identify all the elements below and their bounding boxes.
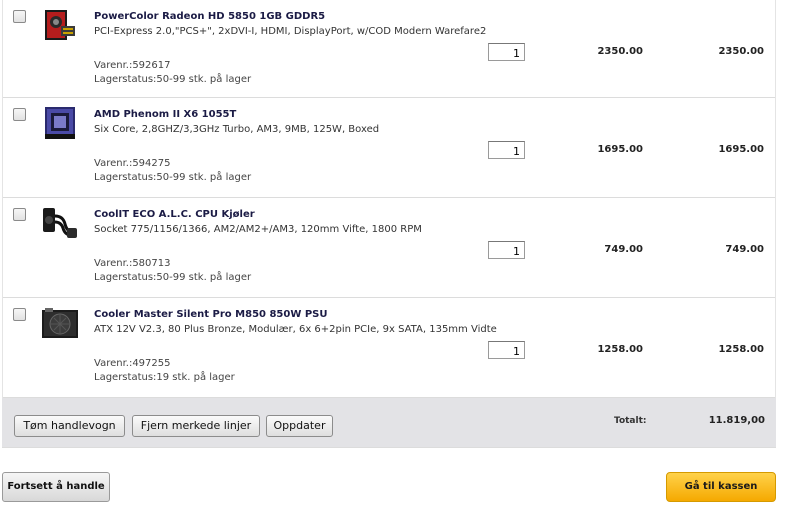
unit-price: 1258.00: [597, 344, 643, 355]
line-total: 1258.00: [718, 344, 764, 355]
product-description: ATX 12V V2.3, 80 Plus Bronze, Modulær, 6…: [94, 324, 497, 335]
stock-status: Lagerstatus:19 stk. på lager: [94, 372, 235, 383]
unit-price: 749.00: [604, 244, 643, 255]
select-checkbox[interactable]: [13, 308, 26, 321]
total-label: Totalt:: [614, 416, 647, 426]
product-description: PCI-Express 2.0,"PCS+", 2xDVI-I, HDMI, D…: [94, 26, 487, 37]
select-checkbox[interactable]: [13, 108, 26, 121]
update-button[interactable]: Oppdater: [266, 415, 333, 437]
product-name[interactable]: CoolIT ECO A.L.C. CPU Kjøler: [94, 209, 255, 220]
quantity-input[interactable]: [488, 43, 525, 61]
product-sku: Varenr.:580713: [94, 258, 171, 269]
cpu-box-icon: [45, 107, 75, 139]
stock-status: Lagerstatus:50-99 stk. på lager: [94, 74, 252, 85]
total-value: 11.819,00: [708, 415, 765, 426]
quantity-input[interactable]: [488, 241, 525, 259]
product-name[interactable]: PowerColor Radeon HD 5850 1GB GDDR5: [94, 11, 325, 22]
checkout-button[interactable]: Gå til kassen: [666, 472, 776, 502]
stock-status: Lagerstatus:50-99 stk. på lager: [94, 172, 252, 183]
product-sku: Varenr.:592617: [94, 60, 171, 71]
cart-row: Cooler Master Silent Pro M850 850W PSU A…: [3, 298, 775, 398]
line-total: 1695.00: [718, 144, 764, 155]
cart-row: PowerColor Radeon HD 5850 1GB GDDR5 PCI-…: [3, 0, 775, 98]
product-sku: Varenr.:497255: [94, 358, 171, 369]
select-checkbox[interactable]: [13, 10, 26, 23]
remove-selected-button[interactable]: Fjern merkede linjer: [132, 415, 260, 437]
stock-status: Lagerstatus:50-99 stk. på lager: [94, 272, 252, 283]
product-description: Socket 775/1156/1366, AM2/AM2+/AM3, 120m…: [94, 224, 422, 235]
power-supply-icon: [42, 308, 78, 338]
cart-row: AMD Phenom II X6 1055T Six Core, 2,8GHZ/…: [3, 98, 775, 198]
quantity-input[interactable]: [488, 341, 525, 359]
line-total: 2350.00: [718, 46, 764, 57]
product-sku: Varenr.:594275: [94, 158, 171, 169]
empty-cart-button[interactable]: Tøm handlevogn: [14, 415, 125, 437]
line-total: 749.00: [725, 244, 764, 255]
select-checkbox[interactable]: [13, 208, 26, 221]
product-description: Six Core, 2,8GHZ/3,3GHz Turbo, AM3, 9MB,…: [94, 124, 380, 135]
cart-row: CoolIT ECO A.L.C. CPU Kjøler Socket 775/…: [3, 198, 775, 298]
graphics-card-icon: [45, 10, 75, 40]
cart-footer: Tøm handlevogn Fjern merkede linjer Oppd…: [2, 398, 776, 448]
quantity-input[interactable]: [488, 141, 525, 159]
unit-price: 1695.00: [597, 144, 643, 155]
product-name[interactable]: AMD Phenom II X6 1055T: [94, 109, 236, 120]
cart-table: PowerColor Radeon HD 5850 1GB GDDR5 PCI-…: [2, 0, 776, 398]
continue-shopping-button[interactable]: Fortsett å handle: [2, 472, 110, 502]
unit-price: 2350.00: [597, 46, 643, 57]
product-name[interactable]: Cooler Master Silent Pro M850 850W PSU: [94, 309, 328, 320]
cpu-cooler-icon: [43, 208, 77, 238]
